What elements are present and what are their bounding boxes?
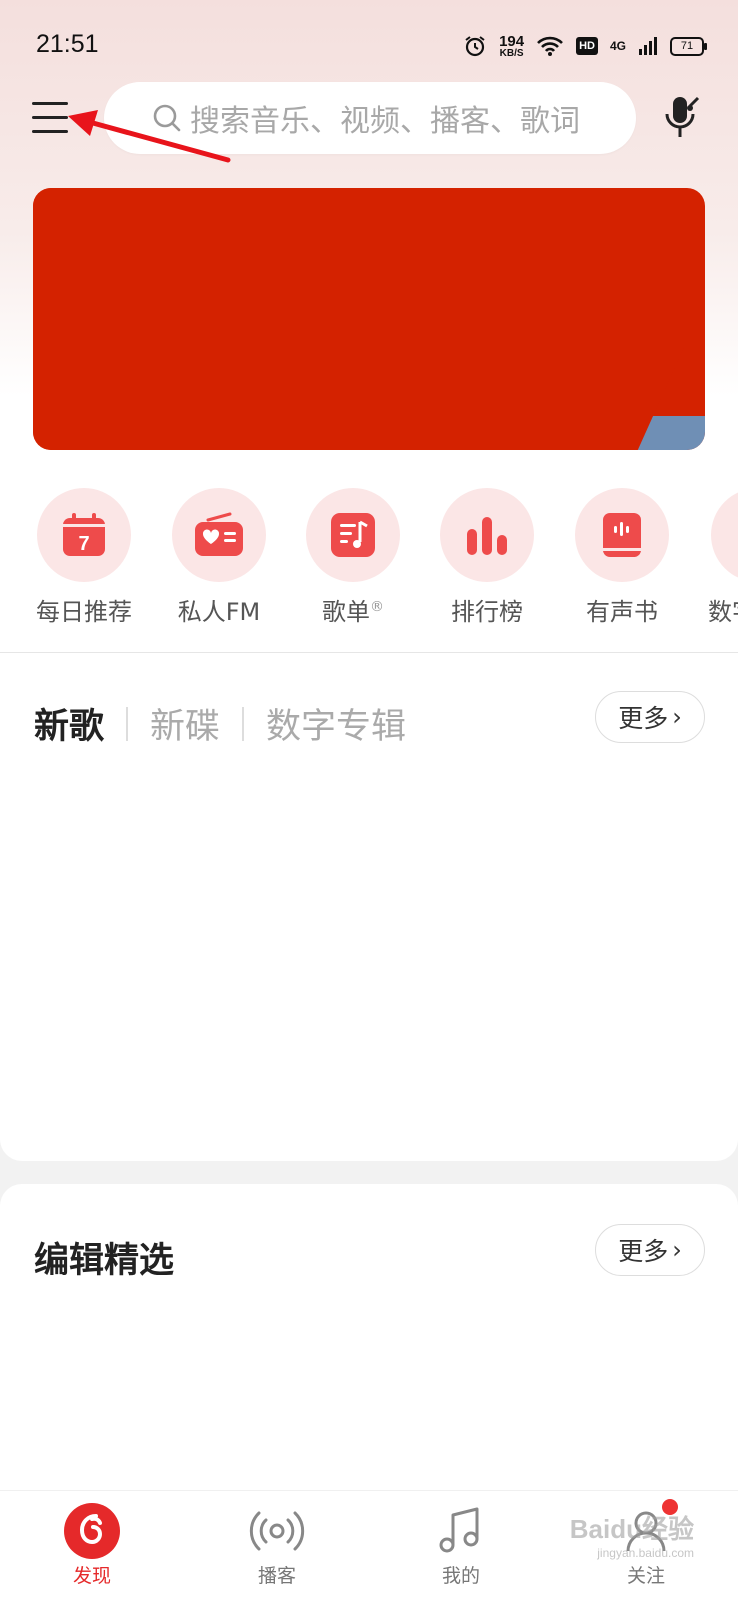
network-type: 4G <box>609 39 626 53</box>
nav-label: 发现 <box>72 1565 111 1587</box>
network-speed: 194 KB/S <box>499 34 524 59</box>
chevron-right-icon: › <box>672 703 682 731</box>
book-icon <box>603 513 641 557</box>
banner-redaction <box>33 188 685 450</box>
registered-mark: ® <box>370 599 384 615</box>
quick-digital[interactable]: 数字 <box>691 488 738 627</box>
nav-mine[interactable]: 我的 <box>391 1491 531 1601</box>
quick-label: 有声书 <box>586 598 658 626</box>
quick-audiobooks[interactable]: 有声书 <box>557 488 687 627</box>
more-label: 更多 <box>618 1237 669 1266</box>
playlist-icon <box>331 513 375 557</box>
quick-actions: 7 每日推荐 私人FM 歌单® 排行榜 有声书 数 <box>0 488 738 628</box>
quick-charts[interactable]: 排行榜 <box>422 488 552 627</box>
new-music-card: 新歌 新碟 数字专辑 更多 › <box>0 653 738 1161</box>
banner-carousel[interactable] <box>33 188 705 450</box>
microphone-icon[interactable] <box>664 94 704 144</box>
hd-badge: HD <box>576 37 598 55</box>
nav-label: 播客 <box>257 1565 296 1587</box>
watermark: Baidu经验 jingyan.baidu.com <box>570 1509 694 1560</box>
quick-label: 歌单® <box>288 592 418 627</box>
speed-value: 194 <box>499 32 525 50</box>
editor-picks-more-button[interactable]: 更多 › <box>595 1224 705 1276</box>
tab-new-albums[interactable]: 新碟 <box>150 698 220 749</box>
quick-label: 数字 <box>708 598 738 626</box>
editor-picks-title: 编辑精选 <box>34 1241 175 1281</box>
status-icons: 194 KB/S HD 4G 71 <box>463 28 707 64</box>
new-music-tabs: 新歌 新碟 数字专辑 <box>34 698 406 749</box>
tab-separator <box>242 706 245 741</box>
calendar-day: 7 <box>78 533 89 555</box>
watermark-text: Baidu经验 <box>569 1514 694 1544</box>
alarm-icon <box>465 36 485 57</box>
wifi-icon <box>537 36 564 56</box>
chevron-right-icon: › <box>672 1236 682 1264</box>
quick-personal-fm[interactable]: 私人FM <box>154 488 284 627</box>
status-bar: 21:51 194 KB/S HD 4G 71 <box>0 0 738 90</box>
search-placeholder: 搜索音乐、视频、播客、歌词 <box>190 104 580 139</box>
nav-podcast[interactable]: 播客 <box>207 1491 347 1601</box>
music-note-icon <box>439 1507 479 1553</box>
more-label: 更多 <box>618 704 669 733</box>
nav-label: 我的 <box>441 1565 480 1587</box>
tab-new-songs[interactable]: 新歌 <box>34 698 104 749</box>
watermark-sub: jingyan.baidu.com <box>597 1546 694 1560</box>
signal-icon <box>639 37 657 55</box>
calendar-icon: 7 <box>63 513 105 556</box>
quick-playlist[interactable]: 歌单® <box>288 488 418 627</box>
quick-label: 每日推荐 <box>36 598 132 626</box>
quick-label: 私人FM <box>177 598 261 626</box>
speed-unit: KB/S <box>499 47 524 59</box>
podcast-icon <box>249 1511 305 1551</box>
chart-bars-icon <box>467 517 507 555</box>
new-music-more-button[interactable]: 更多 › <box>595 691 705 743</box>
nav-discover[interactable]: 发现 <box>22 1491 162 1601</box>
tab-digital-albums[interactable]: 数字专辑 <box>266 698 406 749</box>
radio-icon <box>195 512 243 556</box>
nav-label: 关注 <box>626 1565 665 1587</box>
quick-label: 排行榜 <box>451 598 523 626</box>
annotation-arrow <box>68 110 231 163</box>
battery-indicator: 71 <box>670 36 707 56</box>
tab-separator <box>126 706 129 741</box>
status-time: 21:51 <box>36 30 99 58</box>
quick-daily-recommend[interactable]: 7 每日推荐 <box>19 488 149 627</box>
quick-label-text: 歌单 <box>322 598 370 626</box>
discover-icon <box>64 1503 120 1559</box>
